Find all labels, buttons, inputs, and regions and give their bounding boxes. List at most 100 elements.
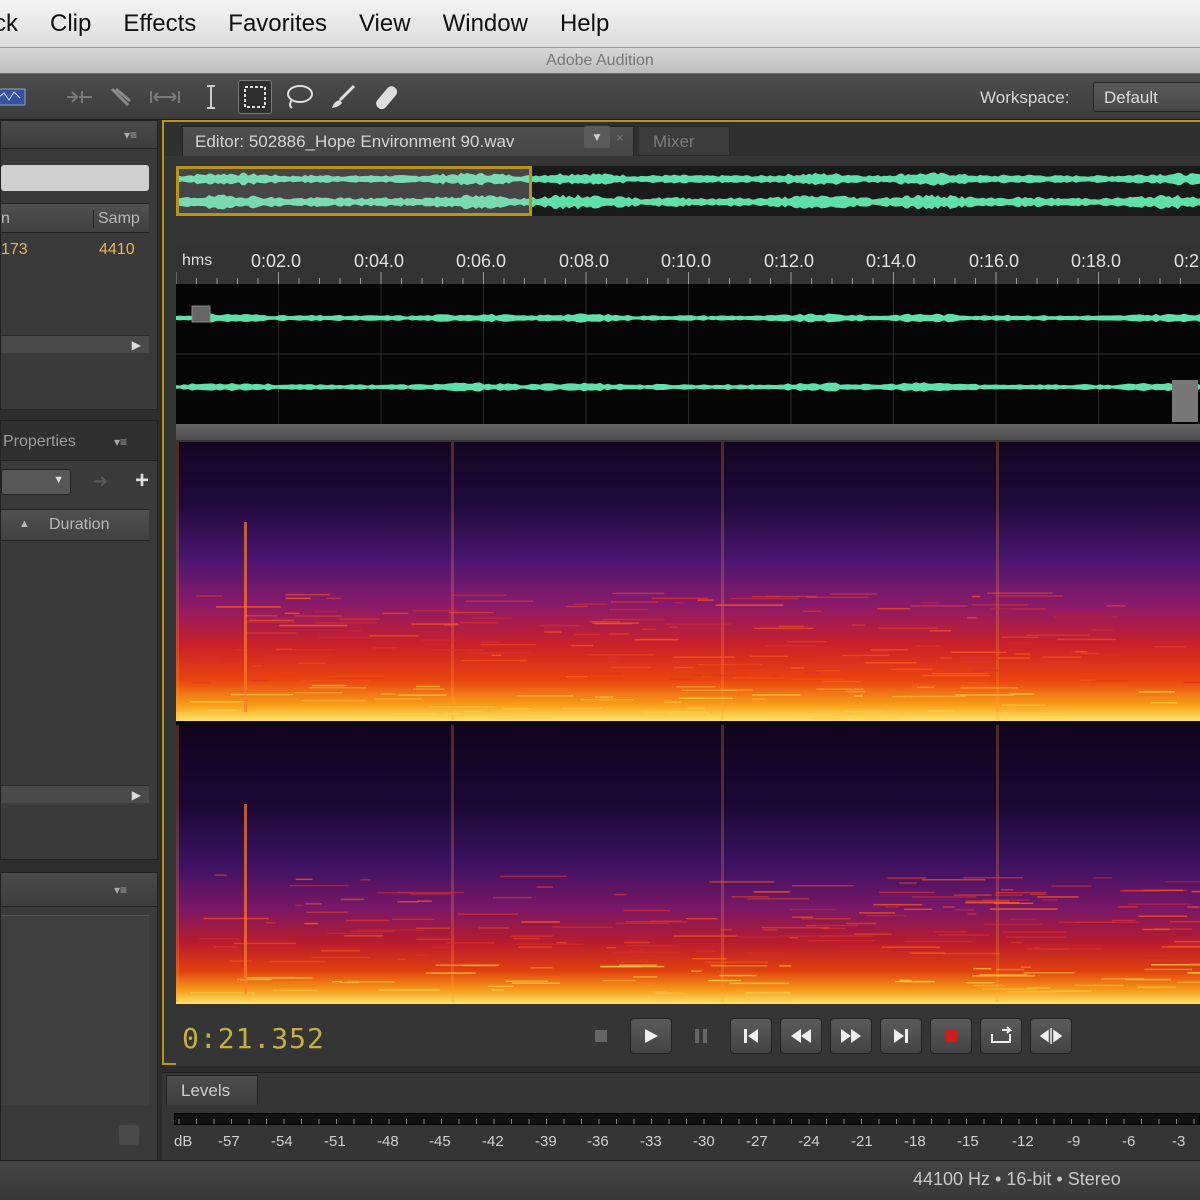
record-button[interactable] <box>930 1018 972 1054</box>
db-scale-label: -3 <box>1172 1133 1186 1150</box>
razor-tool-icon[interactable] <box>104 80 138 114</box>
tab-levels[interactable]: Levels <box>166 1075 258 1105</box>
menu-clip[interactable]: Clip <box>34 10 107 38</box>
clip-end-handle[interactable] <box>1172 380 1198 422</box>
db-scale-label: -54 <box>271 1133 293 1150</box>
menu-help[interactable]: Help <box>544 10 625 38</box>
history-panel-header: ▾≡ <box>1 873 157 907</box>
time-ruler[interactable]: hms 0:02.0 0:04.0 0:06.0 0:08.0 0:10.0 0… <box>176 244 1200 284</box>
db-scale-label: -42 <box>482 1133 504 1150</box>
history-list <box>1 915 149 1105</box>
waveform-divider[interactable] <box>176 424 1200 440</box>
menu-effects[interactable]: Effects <box>107 10 212 38</box>
spectral-frequency-display[interactable] <box>176 442 1200 1004</box>
db-scale-label: -51 <box>324 1133 346 1150</box>
transport-bar: 0:21.352 <box>176 1006 1200 1066</box>
file-row-value[interactable]: 173 <box>1 241 28 259</box>
play-icon <box>645 1029 658 1043</box>
pause-icon[interactable] <box>680 1018 722 1054</box>
files-column-header: n Samp <box>1 203 149 233</box>
menu-track[interactable]: ck <box>0 10 34 38</box>
db-scale-label: -15 <box>957 1133 979 1150</box>
files-search-input[interactable] <box>1 165 149 191</box>
db-scale-label: -9 <box>1067 1133 1081 1150</box>
properties-panel: Properties ▾≡ ▼ ➜ + ▲ Duration ▶ <box>0 420 158 860</box>
levels-panel: Levels dB -57 -54 -51 -48 -45 -42 -39 -3… <box>162 1072 1200 1160</box>
brush-tool-icon[interactable] <box>326 80 360 114</box>
workspace-dropdown[interactable]: Default <box>1093 82 1200 112</box>
column-duration[interactable]: Duration <box>49 516 109 534</box>
spot-healing-tool-icon[interactable] <box>370 80 404 114</box>
view-mode-icon[interactable] <box>0 80 28 114</box>
scroll-right-icon[interactable]: ▶ <box>132 338 141 352</box>
rewind-icon <box>791 1029 811 1043</box>
toolbar: Workspace: Default <box>0 74 1200 120</box>
spectrogram-graphic <box>176 442 1200 1004</box>
file-dropdown-icon[interactable]: ▼ <box>584 126 610 148</box>
properties-panel-title[interactable]: Properties <box>3 433 76 451</box>
level-meter <box>174 1113 1200 1125</box>
menu-bar: ck Clip Effects Favorites View Window He… <box>0 0 1200 48</box>
history-panel: ▾≡ <box>0 872 158 1162</box>
skip-selection-button[interactable] <box>1030 1018 1072 1054</box>
panel-menu-icon[interactable]: ▾≡ <box>114 883 127 897</box>
overview-zoom-selection[interactable] <box>176 166 532 216</box>
scroll-right-icon[interactable]: ▶ <box>132 788 141 802</box>
sort-up-icon: ▲ <box>19 518 30 530</box>
db-scale-label: -39 <box>535 1133 557 1150</box>
tab-mixer[interactable]: Mixer <box>638 126 730 156</box>
time-selection-tool-icon[interactable] <box>194 80 228 114</box>
menu-view[interactable]: View <box>343 10 427 38</box>
skip-back-icon <box>744 1029 758 1043</box>
column-name[interactable]: n <box>1 210 10 228</box>
db-scale-label: -21 <box>851 1133 873 1150</box>
panel-menu-icon[interactable]: ▾≡ <box>124 128 137 142</box>
waveform-display[interactable] <box>176 284 1200 424</box>
level-meter-ticks <box>178 1119 1195 1124</box>
db-scale-label: -33 <box>640 1133 662 1150</box>
db-scale-label: -18 <box>904 1133 926 1150</box>
properties-dropdown[interactable]: ▼ <box>1 469 71 495</box>
properties-panel-header: Properties ▾≡ <box>1 421 157 461</box>
marquee-selection-tool-icon[interactable] <box>238 80 272 114</box>
fast-forward-icon <box>841 1029 861 1043</box>
status-bar: 44100 Hz • 16-bit • Stereo <box>0 1160 1200 1200</box>
column-sample-rate[interactable]: Samp <box>93 210 140 228</box>
loop-button[interactable] <box>980 1018 1022 1054</box>
tab-editor[interactable]: Editor: 502886_Hope Environment 90.wav <box>182 126 634 156</box>
db-scale-label: dB <box>174 1133 193 1150</box>
db-scale-label: -27 <box>746 1133 768 1150</box>
clip-handle-icon[interactable] <box>191 305 211 323</box>
lasso-tool-icon[interactable] <box>282 80 316 114</box>
db-scale-label: -57 <box>218 1133 240 1150</box>
move-tool-icon[interactable] <box>62 80 96 114</box>
properties-scrollbar[interactable]: ▶ <box>1 785 149 803</box>
db-scale-label: -30 <box>693 1133 715 1150</box>
stop-icon[interactable] <box>580 1018 622 1054</box>
trash-icon[interactable] <box>119 1125 139 1145</box>
editor-panel: Editor: 502886_Hope Environment 90.wav ▼… <box>162 120 1200 1066</box>
play-button[interactable] <box>630 1018 672 1054</box>
rewind-button[interactable] <box>780 1018 822 1054</box>
menu-favorites[interactable]: Favorites <box>212 10 343 38</box>
add-icon[interactable]: + <box>135 467 149 495</box>
menu-window[interactable]: Window <box>427 10 544 38</box>
file-row-sample-rate[interactable]: 4410 <box>99 241 135 259</box>
db-scale-label: -48 <box>377 1133 399 1150</box>
overview-waveform[interactable] <box>176 166 1200 216</box>
marker-icon[interactable]: ➜ <box>93 471 108 492</box>
fast-forward-button[interactable] <box>830 1018 872 1054</box>
skip-to-end-button[interactable] <box>880 1018 922 1054</box>
skip-forward-icon <box>894 1029 908 1043</box>
loop-icon <box>991 1026 1013 1043</box>
properties-column-header: ▲ Duration <box>1 509 149 541</box>
panel-menu-icon[interactable]: ▾≡ <box>114 435 127 449</box>
current-time-display[interactable]: 0:21.352 <box>182 1022 325 1055</box>
files-scrollbar[interactable]: ▶ <box>1 335 149 353</box>
window-title: Adobe Audition <box>0 48 1200 74</box>
close-icon[interactable]: × <box>616 130 624 145</box>
skip-selection-icon <box>1039 1028 1063 1044</box>
slip-tool-icon[interactable] <box>148 80 182 114</box>
skip-to-start-button[interactable] <box>730 1018 772 1054</box>
editor-tabs: Editor: 502886_Hope Environment 90.wav ▼… <box>164 122 1200 156</box>
